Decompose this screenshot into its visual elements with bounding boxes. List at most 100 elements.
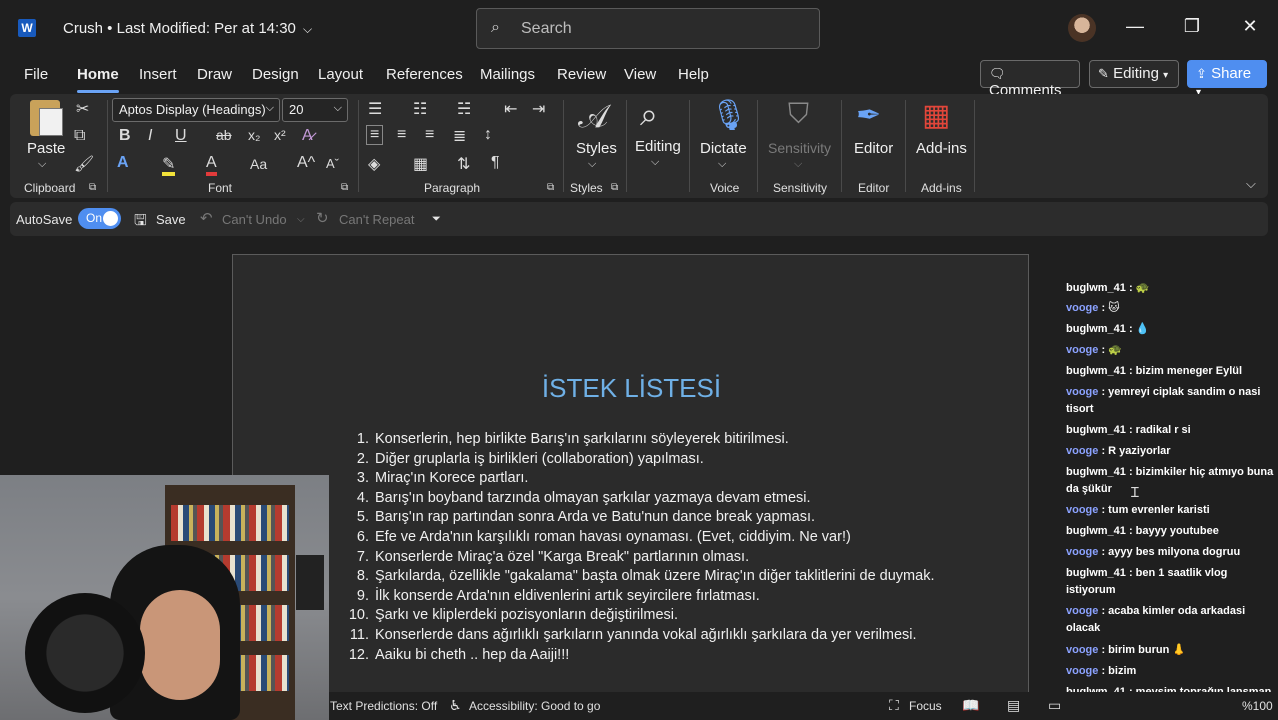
font-name-select[interactable]: Aptos Display (Headings) ⌵ <box>112 98 280 122</box>
tab-view[interactable]: View <box>624 66 656 83</box>
numbering-icon[interactable]: ☷ <box>413 99 427 119</box>
chat-username: vooge <box>1066 665 1099 677</box>
list-item: 10. Şarkı ve kliplerdeki pozisyonların de… <box>343 606 943 626</box>
tab-home[interactable]: Home <box>77 66 119 93</box>
shrink-font-button[interactable]: Aˇ <box>326 156 339 171</box>
find-icon[interactable]: ⌕ <box>640 96 658 134</box>
avatar[interactable] <box>1068 14 1096 42</box>
show-formatting-icon[interactable]: ¶ <box>491 154 500 172</box>
font-color-icon[interactable]: A <box>206 154 217 176</box>
cut-icon[interactable]: ✂ <box>76 99 89 119</box>
align-center-icon[interactable]: ≡ <box>397 126 406 144</box>
chevron-down-icon[interactable]: ⌵ <box>38 158 46 171</box>
tab-insert[interactable]: Insert <box>139 66 177 83</box>
add-ins-button[interactable]: Add-ins <box>916 140 967 157</box>
styles-icon[interactable]: 𝒜 <box>578 98 608 136</box>
dialog-launcher-icon[interactable]: ⧉ <box>547 182 554 193</box>
focus-icon[interactable]: ⛶ <box>889 697 899 714</box>
chevron-down-icon[interactable]: ⌵ <box>718 158 726 171</box>
tab-help[interactable]: Help <box>678 66 709 83</box>
editing-mode-button[interactable]: ✎ Editing ▾ <box>1089 60 1179 88</box>
dialog-launcher-icon[interactable]: ⧉ <box>611 182 618 193</box>
shading-icon[interactable]: ◈ <box>368 154 380 174</box>
grow-font-button[interactable]: A^ <box>297 154 315 172</box>
subscript-button[interactable]: x₂ <box>248 127 260 143</box>
borders-icon[interactable]: ▦ <box>413 154 428 174</box>
text-predictions-status[interactable]: Text Predictions: Off <box>330 699 437 713</box>
share-button[interactable]: ⇪ Share ▾ <box>1187 60 1267 98</box>
change-case-button[interactable]: Aa <box>250 156 267 172</box>
paste-icon[interactable] <box>30 100 63 136</box>
document-page[interactable]: İSTEK LİSTESİ 1. Konserlerin, hep birlikt… <box>232 254 1029 704</box>
save-button[interactable]: Save <box>156 212 186 227</box>
clear-formatting-icon[interactable]: A̷ <box>302 127 313 145</box>
close-icon[interactable]: ✕ <box>1238 16 1262 37</box>
customize-toolbar-icon[interactable]: ⏷ <box>432 213 441 226</box>
paste-button[interactable]: Paste <box>27 140 65 157</box>
chat-text: : bizim <box>1098 665 1137 677</box>
chat-text: : 🐢 <box>1098 344 1122 356</box>
separator <box>757 100 758 192</box>
superscript-button[interactable]: x² <box>274 127 286 143</box>
highlight-icon[interactable]: ✎ <box>162 154 176 176</box>
tab-file[interactable]: File <box>24 66 48 83</box>
underline-button[interactable]: U <box>175 127 187 145</box>
print-layout-icon[interactable]: ▤ <box>1007 697 1020 714</box>
add-ins-icon[interactable]: ▦ <box>922 98 950 133</box>
tab-references[interactable]: References <box>386 66 463 83</box>
text-effects-icon[interactable]: A <box>117 154 129 172</box>
chat-username: buglwm_41 <box>1066 282 1126 294</box>
tab-review[interactable]: Review <box>557 66 606 83</box>
copy-icon[interactable]: ⧉ <box>74 127 85 145</box>
comments-button[interactable]: 🗨 Comments <box>980 60 1080 99</box>
increase-indent-icon[interactable]: ⇥ <box>532 99 545 119</box>
tab-design[interactable]: Design <box>252 66 299 83</box>
restore-icon[interactable]: ❐ <box>1180 16 1204 37</box>
accessibility-status[interactable]: Accessibility: Good to go <box>469 699 600 713</box>
chevron-down-icon[interactable]: ⌵ <box>588 158 596 171</box>
justify-icon[interactable]: ≣ <box>453 126 466 146</box>
document-title-button[interactable]: Crush • Last Modified: Per at 14:30 ⌵ <box>63 20 312 37</box>
document-title: Crush • Last Modified: Per at 14:30 <box>63 20 296 37</box>
collapse-ribbon-icon[interactable]: ⌵ <box>1246 176 1256 192</box>
tab-mailings[interactable]: Mailings <box>480 66 535 83</box>
web-layout-icon[interactable]: ▭ <box>1048 697 1061 714</box>
italic-button[interactable]: I <box>148 127 152 145</box>
read-mode-icon[interactable]: 📖 <box>962 697 979 714</box>
align-left-icon[interactable]: ≡ <box>366 125 384 145</box>
editor-icon[interactable]: ✒ <box>856 98 881 133</box>
editor-button[interactable]: Editor <box>854 140 893 157</box>
bullets-icon[interactable]: ☰ <box>368 99 382 119</box>
chat-message: buglwm_41 : ben 1 saatlik vlog istiyorum <box>1066 565 1276 599</box>
zoom-level[interactable]: %100 <box>1242 699 1273 713</box>
styles-group-label: Styles <box>570 181 603 195</box>
tab-layout[interactable]: Layout <box>318 66 363 83</box>
microphone-icon[interactable]: 🎙 <box>710 98 748 133</box>
save-icon[interactable]: 🖫 <box>134 210 147 235</box>
decrease-indent-icon[interactable]: ⇤ <box>504 99 517 119</box>
font-size-select[interactable]: 20 ⌵ <box>282 98 348 122</box>
list-item: 12. Aaiku bi cheth .. hep da Aaiji!!! <box>343 646 943 666</box>
list-text: Şarkı ve kliplerdeki pozisyonların değiş… <box>375 607 679 624</box>
editing-mode-label: Editing <box>1113 65 1159 82</box>
editing-button[interactable]: Editing <box>635 138 681 155</box>
list-number: 9. <box>356 587 369 604</box>
format-painter-icon[interactable]: 🖌 <box>74 154 94 174</box>
search-box[interactable]: ⌕ Search <box>476 8 820 49</box>
chevron-down-icon[interactable]: ⌵ <box>651 156 659 169</box>
multilevel-list-icon[interactable]: ☵ <box>457 99 471 119</box>
align-right-icon[interactable]: ≡ <box>425 126 434 144</box>
dialog-launcher-icon[interactable]: ⧉ <box>89 182 96 193</box>
clipboard-group-label: Clipboard <box>24 181 76 195</box>
minimize-icon[interactable]: — <box>1123 16 1147 37</box>
dialog-launcher-icon[interactable]: ⧉ <box>341 182 348 193</box>
focus-button[interactable]: Focus <box>909 699 942 713</box>
autosave-toggle[interactable]: On <box>78 208 121 229</box>
styles-button[interactable]: Styles <box>576 140 617 157</box>
bold-button[interactable]: B <box>119 127 131 145</box>
strikethrough-button[interactable]: ab <box>216 127 232 143</box>
line-spacing-icon[interactable]: ↕ <box>484 126 492 144</box>
dictate-button[interactable]: Dictate <box>700 140 747 157</box>
sort-icon[interactable]: ⇅ <box>457 154 470 174</box>
tab-draw[interactable]: Draw <box>197 66 232 83</box>
